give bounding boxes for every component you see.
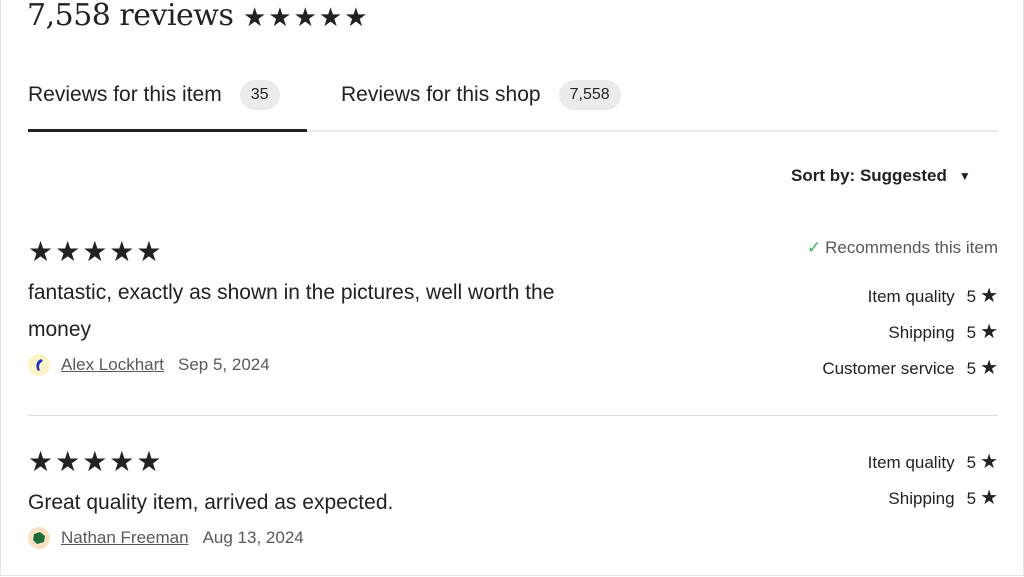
- rating-item-quality: Item quality 5 ★: [807, 278, 998, 314]
- rating-label: Customer service: [822, 359, 955, 378]
- check-icon: ✓: [806, 238, 822, 257]
- tab-reviews-for-item[interactable]: Reviews for this item 35: [28, 80, 280, 110]
- rating-customer-service: Customer service 5 ★: [807, 350, 998, 386]
- caret-down-icon: ▼: [958, 169, 971, 183]
- reviews-count-title: 7,558 reviews: [27, 0, 234, 33]
- avatar[interactable]: [28, 354, 50, 376]
- tab-reviews-for-shop[interactable]: Reviews for this shop 7,558: [341, 80, 621, 110]
- rating-value: 5: [966, 323, 977, 342]
- rating-shipping: Shipping 5 ★: [868, 480, 998, 516]
- sort-dropdown[interactable]: Sort by: Suggested ▼: [791, 166, 971, 186]
- rating-label: Item quality: [867, 287, 955, 306]
- rating-label: Item quality: [867, 453, 955, 472]
- rating-value: 5: [966, 489, 977, 508]
- count-badge: 35: [239, 80, 280, 110]
- star-icon: ★: [980, 285, 998, 307]
- review-ratings: Item quality 5 ★ Shipping 5 ★: [868, 444, 998, 516]
- sort-label: Sort by: Suggested: [791, 166, 947, 185]
- rating-item-quality: Item quality 5 ★: [868, 444, 998, 480]
- recommend-text: Recommends this item: [825, 238, 998, 257]
- rating-label: Shipping: [888, 489, 955, 508]
- review-date: Aug 13, 2024: [202, 528, 304, 547]
- review-meta: Nathan Freeman Aug 13, 2024: [28, 527, 998, 549]
- rating-value: 5: [966, 359, 977, 378]
- review-stars-icon: ★★★★★: [28, 446, 164, 477]
- overall-rating-stars-icon: ★★★★★: [243, 2, 370, 32]
- star-icon: ★: [980, 487, 998, 509]
- review-text: fantastic, exactly as shown in the pictu…: [28, 281, 555, 341]
- star-icon: ★: [980, 357, 998, 379]
- review-text: Great quality item, arrived as expected.: [28, 491, 394, 514]
- review-item: ★★★★★ fantastic, exactly as shown in the…: [28, 238, 998, 379]
- rating-label: Shipping: [888, 323, 955, 342]
- star-icon: ★: [980, 321, 998, 343]
- review-tabs: Reviews for this item 35 Reviews for thi…: [28, 70, 998, 132]
- review-ratings: ✓ Recommends this item Item quality 5 ★ Shi…: [807, 238, 998, 386]
- active-tab-indicator: [28, 129, 307, 132]
- reviewer-name-link[interactable]: Nathan Freeman: [61, 528, 189, 548]
- review-divider: [28, 415, 998, 416]
- count-badge: 7,558: [558, 80, 621, 110]
- tab-label: Reviews for this item: [28, 83, 222, 106]
- avatar-glyph-icon: [33, 532, 45, 544]
- reviewer-name-link[interactable]: Alex Lockhart: [61, 355, 164, 375]
- review-item: ★★★★★ Great quality item, arrived as exp…: [28, 448, 998, 549]
- star-icon: ★: [980, 451, 998, 473]
- rating-value: 5: [966, 453, 977, 472]
- tab-label: Reviews for this shop: [341, 83, 541, 106]
- recommends-item: ✓ Recommends this item: [807, 238, 998, 258]
- avatar[interactable]: [28, 527, 50, 549]
- rating-value: 5: [966, 287, 977, 306]
- rating-shipping: Shipping 5 ★: [807, 314, 998, 350]
- avatar-glyph-icon: [36, 359, 43, 371]
- review-date: Sep 5, 2024: [178, 355, 270, 374]
